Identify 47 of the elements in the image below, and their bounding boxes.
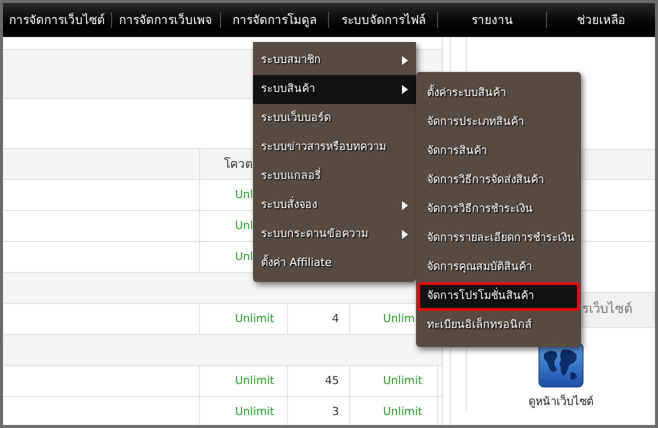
menu-item[interactable]: ระบบแกลอรี่ bbox=[253, 162, 416, 191]
table-cell-text: Unlimit bbox=[235, 310, 274, 327]
panel-title: รเว็บไซต์ bbox=[582, 300, 632, 320]
submenu-item[interactable]: จัดการวิธีการชำระเงิน bbox=[417, 195, 580, 224]
menu-item-label: ระบบข่าวสารหรือบทความ bbox=[261, 139, 386, 156]
menu-item[interactable]: ระบบสินค้า bbox=[253, 75, 416, 104]
submenu-item[interactable]: จัดการสินค้า bbox=[417, 137, 580, 166]
table-cell-text: Unlimit bbox=[235, 404, 274, 420]
nav-menu-item[interactable]: รายงาน bbox=[438, 11, 546, 29]
submenu-item[interactable]: ตั้งค่าระบบสินค้า bbox=[417, 79, 580, 108]
table-cell-text: Unlimit bbox=[235, 372, 274, 389]
nav-menu-item[interactable]: การจัดการเว็บเพจ bbox=[112, 11, 220, 29]
table-cell-text: Unlimit bbox=[383, 372, 422, 389]
menu-item-label: ระบบแกลอรี่ bbox=[261, 168, 321, 184]
menu-item-label: ตั้งค่า Affiliate bbox=[261, 255, 332, 272]
table-cell-text: Unl bbox=[235, 218, 254, 234]
menu-item-label: ระบบเว็บบอร์ด bbox=[261, 110, 331, 126]
view-website-link[interactable]: ดูหน้าเว็บไซต์ bbox=[528, 394, 594, 410]
globe-icon bbox=[538, 342, 584, 388]
submenu-item[interactable]: จัดการประเภทสินค้า bbox=[417, 108, 580, 137]
table-cell-text: 3 bbox=[332, 404, 339, 420]
nav-menu-item[interactable]: ระบบจัดการไฟล์ bbox=[329, 11, 438, 29]
menu-item-label: ระบบสั่งจอง bbox=[261, 197, 317, 214]
menu-item[interactable]: ระบบสมาชิก bbox=[253, 46, 416, 75]
menu-item[interactable]: ระบบข่าวสารหรือบทความ bbox=[253, 133, 416, 162]
table-cell-text: Unl bbox=[235, 186, 254, 203]
menu-item[interactable]: ตั้งค่า Affiliate bbox=[253, 249, 416, 278]
menu-item-label: ระบบกระดานข้อความ bbox=[261, 226, 368, 242]
table-cell-text: Unl bbox=[235, 248, 254, 265]
column-header: โควต bbox=[224, 156, 253, 173]
menu-item[interactable]: ระบบกระดานข้อความ bbox=[253, 220, 416, 249]
submenu-item[interactable]: จัดการรายละเอียดการชำระเงิน bbox=[417, 224, 580, 253]
table-cell-text: 4 bbox=[332, 310, 339, 327]
menu-item[interactable]: ระบบสั่งจอง bbox=[253, 191, 416, 220]
submenu-item[interactable]: จัดการโปรโมชั่นสินค้า bbox=[417, 282, 580, 311]
submenu-item[interactable]: ทะเบียนอิเล็กทรอนิกส์ bbox=[417, 311, 580, 340]
nav-menu-item[interactable]: ช่วยเหลือ bbox=[547, 11, 655, 29]
table-cell-text: Unlim bbox=[383, 310, 415, 327]
menu-item-label: ระบบสินค้า bbox=[261, 81, 315, 98]
submenu-item[interactable]: จัดการวิธีการจัดส่งสินค้า bbox=[417, 166, 580, 195]
menu-item[interactable]: ระบบเว็บบอร์ด bbox=[253, 104, 416, 133]
table-cell-text: Unlimit bbox=[383, 404, 422, 420]
submenu-item[interactable]: จัดการคุณสมบัติสินค้า bbox=[417, 253, 580, 282]
menu-item-label: ระบบสมาชิก bbox=[261, 52, 321, 68]
nav-menu-item[interactable]: การจัดการเว็บไซต์ bbox=[3, 11, 111, 29]
table-cell-text: 45 bbox=[325, 372, 339, 389]
nav-menu-item[interactable]: การจัดการโมดูล bbox=[220, 11, 328, 29]
